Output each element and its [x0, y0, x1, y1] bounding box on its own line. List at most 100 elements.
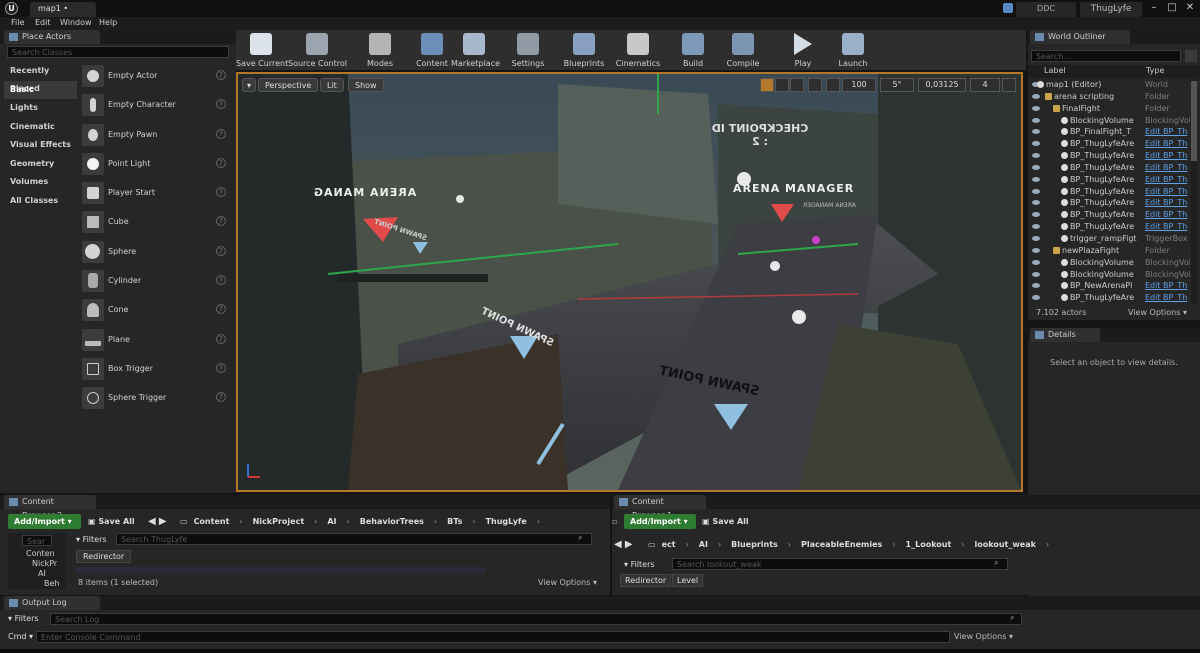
cb2-history-nav[interactable]: ◀ ▶	[148, 514, 167, 529]
cb1-filters-button[interactable]: ▾ Filters	[624, 560, 655, 569]
search-classes-input[interactable]: Search Classes	[7, 46, 229, 58]
label-column-header[interactable]: Label	[1044, 66, 1066, 75]
chevron-right-icon[interactable]: ›	[718, 540, 721, 549]
help-icon[interactable]: ?	[216, 245, 226, 256]
show-button[interactable]: Show	[348, 78, 384, 92]
help-icon[interactable]: ?	[216, 187, 226, 198]
help-icon[interactable]: ?	[216, 99, 226, 110]
eye-icon[interactable]	[1032, 200, 1040, 206]
outliner-view-options[interactable]: View Options ▾	[1128, 308, 1187, 317]
folder-search-input[interactable]: Sear	[22, 535, 52, 546]
eye-icon[interactable]	[1032, 235, 1040, 241]
lit-button[interactable]: Lit	[320, 78, 344, 92]
chevron-right-icon[interactable]: ›	[788, 540, 791, 549]
outliner-row[interactable]: BP_ThugLyfeAre Edit BP_Th	[1028, 292, 1190, 304]
chevron-right-icon[interactable]: ›	[686, 540, 689, 549]
output-search-input[interactable]: Search Log	[50, 613, 1022, 625]
actor-empty-actor[interactable]: Empty Actor?	[80, 62, 230, 91]
outliner-row[interactable]: BP_FinalFight_T Edit BP_Th	[1028, 126, 1190, 138]
category-volumes[interactable]: Volumes	[4, 173, 77, 192]
cb2-view-options[interactable]: View Options ▾	[538, 578, 597, 587]
outliner-row[interactable]: newPlazaFight Folder	[1028, 245, 1190, 257]
help-icon[interactable]: ?	[216, 275, 226, 286]
chevron-right-icon[interactable]: ›	[239, 517, 242, 526]
help-icon[interactable]: ?	[216, 70, 226, 80]
add-import-button[interactable]: Add/Import ▾	[624, 514, 696, 529]
folder-content[interactable]: Conten	[26, 549, 55, 558]
menu-file[interactable]: File	[11, 17, 24, 30]
folder-behavior[interactable]: Beh	[44, 579, 59, 588]
outliner-row[interactable]: FinalFight Folder	[1028, 103, 1190, 115]
menu-edit[interactable]: Edit	[35, 17, 51, 30]
outliner-row[interactable]: BP_ThugLyfeAre Edit BP_Th	[1028, 174, 1190, 186]
eye-icon[interactable]	[1032, 212, 1040, 218]
outliner-row[interactable]: trigger_rampFigt TriggerBox	[1028, 233, 1190, 245]
camera-speed-value[interactable]: 4	[970, 78, 1000, 92]
output-view-options[interactable]: View Options ▾	[954, 632, 1013, 641]
category-cinematic[interactable]: Cinematic	[4, 118, 77, 137]
actor-sphere[interactable]: Sphere?	[80, 238, 230, 267]
menu-help[interactable]: Help	[99, 17, 117, 30]
outliner-row-type[interactable]: Edit BP_Th	[1145, 186, 1187, 197]
cb2-search-input[interactable]: Search ThugLyfe	[116, 533, 592, 545]
rotation-snap-value[interactable]: 5°	[880, 78, 914, 92]
scale-snap-value[interactable]: 0,03125	[918, 78, 966, 92]
cb1-history-nav[interactable]: ◀ ▶	[614, 537, 633, 552]
breadcrumb-item[interactable]: ect	[662, 540, 676, 549]
tab-place-actors[interactable]: Place Actors	[4, 30, 100, 44]
compile-button[interactable]: Compile	[726, 32, 760, 70]
eye-icon[interactable]	[1032, 93, 1040, 99]
category-all-classes[interactable]: All Classes	[4, 192, 77, 211]
type-column-header[interactable]: Type	[1146, 66, 1164, 75]
category-geometry[interactable]: Geometry	[4, 155, 77, 174]
eye-icon[interactable]	[1032, 295, 1040, 301]
outliner-scrollbar[interactable]	[1191, 79, 1197, 303]
rotate-icon[interactable]	[775, 78, 789, 92]
outliner-row[interactable]: BlockingVolume BlockingVol	[1028, 115, 1190, 127]
eye-icon[interactable]	[1032, 176, 1040, 182]
actor-empty-pawn[interactable]: Empty Pawn?	[80, 121, 230, 150]
breadcrumb-item[interactable]: Blueprints	[731, 540, 778, 549]
actor-empty-character[interactable]: Empty Character?	[80, 91, 230, 120]
folder-nickproject[interactable]: NickPr	[32, 559, 57, 568]
level-viewport[interactable]: ARENA MANAGER ARENA MANAG SPAWN POINT SP…	[236, 72, 1023, 492]
blueprints-button[interactable]: Blueprints	[562, 32, 606, 70]
content-button[interactable]: Content	[413, 32, 451, 70]
cb2-filters-button[interactable]: ▾ Filters	[76, 535, 107, 544]
level-filter-chip[interactable]: Level	[672, 574, 704, 587]
chevron-right-icon[interactable]: ›	[961, 540, 964, 549]
outliner-row[interactable]: BP_ThugLyfeAre Edit BP_Th	[1028, 162, 1190, 174]
help-icon[interactable]: ?	[216, 157, 226, 168]
actor-plane[interactable]: Plane?	[80, 326, 230, 355]
maximize-icon[interactable]: □	[1164, 1, 1180, 15]
eye-icon[interactable]	[1032, 283, 1040, 289]
cb1-search-input[interactable]: Search lookout_weak	[672, 558, 1008, 570]
eye-icon[interactable]	[1032, 259, 1040, 265]
help-icon[interactable]: ?	[216, 216, 226, 227]
tab-map1[interactable]: map1 •	[30, 2, 96, 17]
outliner-row-type[interactable]: Edit BP_Th	[1145, 197, 1187, 208]
asset-thumbnails-row[interactable]	[76, 567, 486, 573]
eye-icon[interactable]	[1032, 188, 1040, 194]
launch-button[interactable]: Launch	[836, 32, 870, 70]
category-visual-effects[interactable]: Visual Effects	[4, 136, 77, 155]
redirector-filter-chip[interactable]: Redirector	[620, 574, 672, 587]
outliner-row-type[interactable]: Edit BP_Th	[1145, 174, 1187, 185]
minimize-icon[interactable]: –	[1146, 1, 1162, 15]
world-local-icon[interactable]	[808, 78, 822, 92]
forward-arrow-icon[interactable]: ▶	[159, 516, 167, 527]
chevron-right-icon[interactable]: ›	[314, 517, 317, 526]
help-icon[interactable]: ?	[216, 362, 226, 373]
eye-icon[interactable]	[1032, 164, 1040, 170]
modes-button[interactable]: Modes	[360, 32, 400, 70]
chevron-right-icon[interactable]: ›	[537, 517, 540, 526]
eye-icon[interactable]	[1032, 129, 1040, 135]
perspective-button[interactable]: Perspective	[258, 78, 319, 92]
breadcrumb-item[interactable]: Content	[194, 517, 230, 526]
cmd-selector[interactable]: Cmd ▾	[8, 632, 33, 641]
redirector-filter-chip[interactable]: Redirector	[76, 550, 132, 563]
tab-world-outliner[interactable]: World Outliner	[1030, 30, 1130, 44]
viewport-options-button[interactable]: ▾	[242, 78, 256, 92]
outliner-row[interactable]: BP_ThugLyfeAre Edit BP_Th	[1028, 150, 1190, 162]
eye-icon[interactable]	[1032, 105, 1040, 111]
